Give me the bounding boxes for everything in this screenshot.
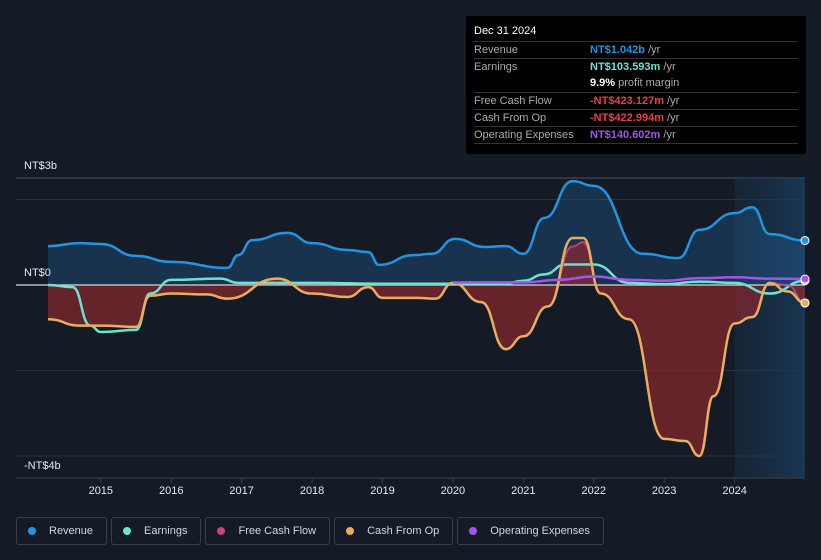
x-tick-label: 2016: [158, 485, 184, 497]
tooltip-row-label: Operating Expenses: [474, 129, 574, 141]
tooltip-row-unit: /yr: [660, 129, 676, 141]
y-tick-label-top: NT$3b: [24, 160, 58, 172]
tooltip-row-value: 9.9% profit margin: [590, 77, 680, 89]
tooltip-row-value: -NT$422.994m /yr: [590, 112, 680, 124]
legend-dot-icon: [346, 527, 355, 535]
legend-label: Operating Expenses: [490, 525, 590, 537]
legend-item-cash-from-op[interactable]: Cash From Op: [334, 517, 454, 545]
x-tick-label: 2024: [722, 485, 747, 497]
tooltip-row-unit: /yr: [660, 61, 676, 73]
tooltip-row-label: Free Cash Flow: [474, 95, 552, 107]
tooltip-row-unit: /yr: [645, 44, 661, 56]
y-tick-label-bottom: -NT$4b: [24, 460, 61, 472]
legend-item-revenue[interactable]: Revenue: [16, 517, 108, 545]
operating-expenses-endpoint: [800, 274, 810, 284]
tooltip-row-value: NT$103.593m /yr: [590, 61, 676, 73]
x-tick-label: 2018: [299, 485, 325, 497]
legend-dot-icon: [123, 527, 132, 535]
legend-dot-icon: [469, 527, 478, 535]
tooltip-row: Earnings NT$103.593m /yr: [474, 58, 798, 76]
legend-item-operating-expenses[interactable]: Operating Expenses: [457, 517, 604, 545]
tooltip-row-unit: profit margin: [615, 77, 680, 89]
x-tick-label: 2020: [440, 485, 466, 497]
x-tick-label: 2022: [581, 485, 606, 497]
tooltip-row: Revenue NT$1.042b /yr: [474, 41, 798, 59]
y-tick-label-zero: NT$0: [24, 267, 51, 279]
tooltip-row-label: Cash From Op: [474, 112, 547, 124]
x-tick-label: 2021: [511, 485, 536, 497]
legend-label: Revenue: [49, 525, 94, 537]
legend-label: Earnings: [144, 525, 188, 537]
tooltip-divider: [474, 143, 798, 144]
legend-item-earnings[interactable]: Earnings: [111, 517, 202, 545]
tooltip-date: Dec 31 2024: [474, 25, 537, 37]
tooltip-panel: Dec 31 2024 Revenue NT$1.042b /yr Earnings…: [466, 16, 806, 154]
tooltip-row-unit: /yr: [664, 95, 680, 107]
tooltip-row-value: NT$1.042b /yr: [590, 44, 661, 56]
legend-dot-icon: [28, 527, 36, 535]
tooltip-row: Cash From Op -NT$422.994m /yr: [474, 109, 798, 127]
revenue-area: [48, 181, 805, 285]
legend-label: Free Cash Flow: [238, 525, 317, 537]
x-axis: [16, 477, 805, 483]
tooltip-row-value: NT$140.602m /yr: [590, 129, 676, 141]
x-tick-label: 2023: [651, 485, 677, 497]
tooltip-row: 9.9% profit margin: [474, 75, 798, 92]
tooltip-row-unit: /yr: [664, 112, 680, 124]
revenue-endpoint: [800, 236, 810, 246]
x-tick-label: 2019: [370, 485, 395, 497]
x-tick-label: 2017: [229, 485, 254, 497]
x-tick-label: 2015: [88, 485, 114, 497]
tooltip-row: Operating Expenses NT$140.602m /yr: [474, 126, 798, 144]
series-fills: [48, 181, 805, 456]
tooltip-row-label: Revenue: [474, 44, 519, 56]
tooltip-row: Free Cash Flow -NT$423.127m /yr: [474, 92, 798, 110]
tooltip-row-label: Earnings: [474, 61, 518, 73]
legend-label: Cash From Op: [367, 525, 440, 537]
legend-dot-icon: [217, 527, 226, 535]
tooltip-row-value: -NT$423.127m /yr: [590, 95, 680, 107]
legend-item-free-cash-flow[interactable]: Free Cash Flow: [205, 517, 331, 545]
cash-from-op-endpoint: [800, 298, 810, 308]
legend: Revenue Earnings Free Cash Flow Cash From O…: [16, 517, 604, 545]
